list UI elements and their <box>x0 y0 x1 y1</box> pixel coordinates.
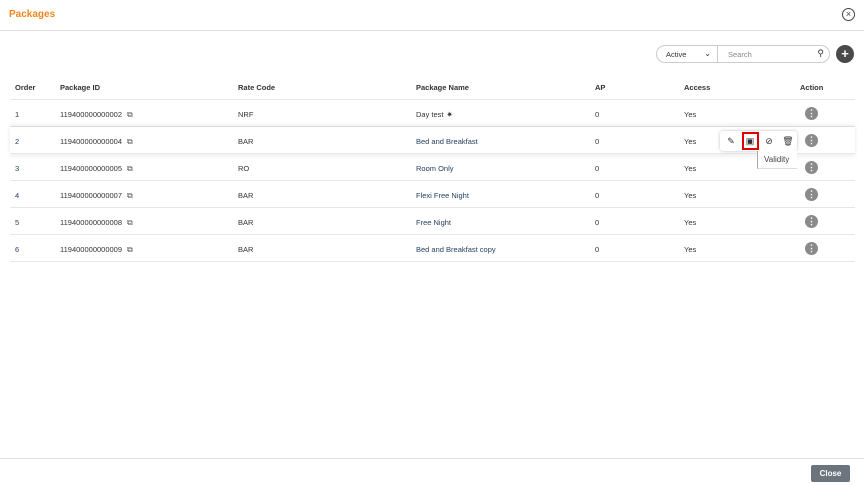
ap-cell: 0 <box>595 164 600 173</box>
search-icon[interactable]: ⚲ <box>817 48 824 59</box>
column-header-package-name: Package Name <box>416 83 469 92</box>
sun-icon: ✷ <box>446 110 453 119</box>
validity-button-highlight[interactable] <box>742 132 759 150</box>
table-row[interactable]: 1 119400000000002 ⧉ NRF Day test ✷ 0 Yes ⋮ <box>10 100 855 127</box>
package-id-cell: 119400000000004 ⧉ <box>60 137 133 147</box>
order-cell: 3 <box>15 164 20 173</box>
access-cell: Yes <box>684 110 697 119</box>
table-row[interactable]: 5 119400000000008 ⧉ BAR Free Night 0 Yes … <box>10 208 855 235</box>
package-id-cell: 119400000000009 ⧉ <box>60 245 133 255</box>
access-cell: Yes <box>684 164 697 173</box>
column-header-order: Order <box>15 83 36 92</box>
column-header-rate-code: Rate Code <box>238 83 276 92</box>
access-cell: Yes <box>684 218 697 227</box>
status-filter-select[interactable]: Active ⌄ <box>656 45 718 63</box>
copy-icon[interactable]: ⧉ <box>127 137 133 147</box>
copy-icon[interactable]: ⧉ <box>127 218 133 228</box>
rate-code-cell: BAR <box>238 191 254 200</box>
package-name-cell: Flexi Free Night <box>416 191 469 200</box>
package-name: Free Night <box>416 218 452 227</box>
rate-code-cell: RO <box>238 164 250 173</box>
divider <box>0 458 864 459</box>
search-placeholder: Search <box>728 50 752 59</box>
ap-cell: 0 <box>595 245 600 254</box>
package-name-cell: Room Only <box>416 164 454 173</box>
package-id: 119400000000008 <box>60 218 123 227</box>
edit-icon[interactable]: ✎ <box>725 135 737 147</box>
package-name: Bed and Breakfast copy <box>416 245 496 254</box>
table-row[interactable]: 6 119400000000009 ⧉ BAR Bed and Breakfast… <box>10 235 855 262</box>
order-cell: 2 <box>15 137 20 146</box>
copy-icon[interactable]: ⧉ <box>127 191 133 201</box>
package-name: Flexi Free Night <box>416 191 469 200</box>
chevron-down-icon: ⌄ <box>704 49 711 58</box>
order-cell: 6 <box>15 245 20 254</box>
table-row[interactable]: 3 119400000000005 ⧉ RO Room Only 0 Yes ⋮ <box>10 154 855 181</box>
package-name: Day test <box>416 110 444 119</box>
more-actions-icon[interactable]: ⋮ <box>805 107 818 120</box>
table-row[interactable]: 4 119400000000007 ⧉ BAR Flexi Free Night … <box>10 181 855 208</box>
status-filter-value: Active <box>666 50 687 59</box>
rate-code-cell: BAR <box>238 245 254 254</box>
package-id: 119400000000009 <box>60 245 123 254</box>
package-name-cell: Free Night <box>416 218 451 227</box>
more-actions-icon[interactable]: ⋮ <box>805 188 818 201</box>
package-name-cell: Bed and Breakfast <box>416 137 478 146</box>
package-id-cell: 119400000000008 ⧉ <box>60 218 133 228</box>
column-header-access: Access <box>684 83 711 92</box>
page-title: Packages <box>9 9 56 20</box>
ap-cell: 0 <box>595 191 600 200</box>
order-cell: 1 <box>15 110 20 119</box>
validity-tooltip: Validity <box>757 151 797 169</box>
close-button[interactable]: Close <box>811 465 850 482</box>
rate-code-cell: NRF <box>238 110 254 119</box>
copy-icon[interactable]: ⧉ <box>127 110 133 120</box>
trash-icon[interactable]: 🗑 <box>782 135 794 147</box>
copy-icon[interactable]: ⧉ <box>127 164 133 174</box>
column-header-package-id: Package ID <box>60 83 101 92</box>
package-id: 119400000000005 <box>60 164 123 173</box>
package-id-cell: 119400000000007 ⧉ <box>60 191 133 201</box>
more-actions-icon[interactable]: ⋮ <box>805 161 818 174</box>
rate-code-cell: BAR <box>238 218 254 227</box>
more-actions-icon[interactable]: ⋮ <box>805 242 818 255</box>
access-cell: Yes <box>684 137 697 146</box>
access-cell: Yes <box>684 191 697 200</box>
package-id-cell: 119400000000005 ⧉ <box>60 164 133 174</box>
package-id-cell: 119400000000002 ⧉ <box>60 110 133 120</box>
ap-cell: 0 <box>595 110 600 119</box>
package-name: Room Only <box>416 164 454 173</box>
column-header-action: Action <box>800 83 824 92</box>
package-name-cell: Day test ✷ <box>416 110 453 119</box>
package-name-cell: Bed and Breakfast copy <box>416 245 496 254</box>
search-input[interactable]: Search ⚲ <box>717 45 830 63</box>
package-name: Bed and Breakfast <box>416 137 478 146</box>
package-id: 119400000000002 <box>60 110 123 119</box>
copy-icon[interactable]: ⧉ <box>127 245 133 255</box>
rate-code-cell: BAR <box>238 137 254 146</box>
more-actions-icon[interactable]: ⋮ <box>805 215 818 228</box>
access-cell: Yes <box>684 245 697 254</box>
more-actions-icon[interactable]: ⋮ <box>805 134 818 147</box>
disable-icon[interactable]: ⊘ <box>763 135 775 147</box>
column-header-ap: AP <box>595 83 606 92</box>
add-package-button[interactable]: + <box>836 45 854 63</box>
close-icon[interactable]: × <box>842 8 855 21</box>
order-cell: 4 <box>15 191 20 200</box>
divider <box>0 30 864 31</box>
ap-cell: 0 <box>595 137 600 146</box>
package-id: 119400000000007 <box>60 191 123 200</box>
order-cell: 5 <box>15 218 20 227</box>
package-id: 119400000000004 <box>60 137 123 146</box>
ap-cell: 0 <box>595 218 600 227</box>
